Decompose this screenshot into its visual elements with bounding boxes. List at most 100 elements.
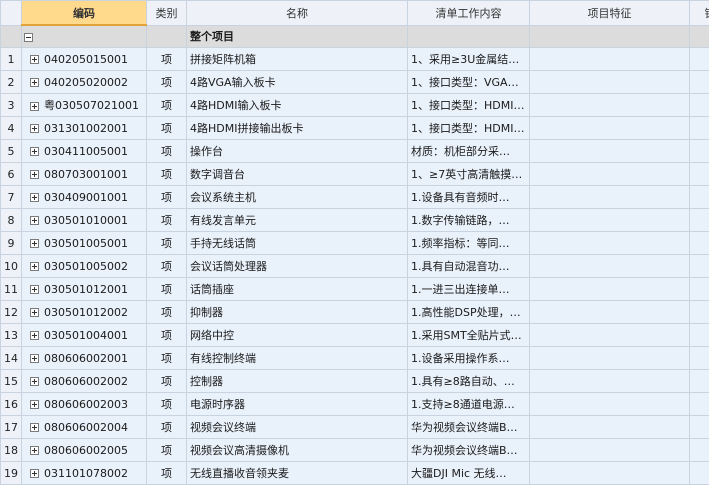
feature-cell[interactable] [529,116,690,140]
lock-cell[interactable] [689,116,709,140]
content-cell[interactable]: 1、接口类型：HDMI… [407,93,530,117]
feature-cell[interactable] [529,461,690,485]
table-row[interactable]: 13 030501004001 项网络中控 1.采用SMT全贴片式… [0,323,709,347]
lock-cell[interactable] [689,93,709,117]
unit-cell[interactable]: 项 [146,438,187,462]
code-cell[interactable]: 080606002004 [21,415,147,439]
name-cell[interactable]: 网络中控 [186,323,408,347]
expand-icon[interactable] [30,469,39,478]
name-cell[interactable]: 有线控制终端 [186,346,408,370]
lock-cell[interactable] [689,369,709,393]
code-cell[interactable]: 040205015001 [21,47,147,71]
name-cell[interactable]: 视频会议终端 [186,415,408,439]
unit-cell[interactable]: 项 [146,47,187,71]
feature-cell[interactable] [529,277,690,301]
feature-cell[interactable] [529,300,690,324]
table-row[interactable]: 16 080606002003 项电源时序器 1.支持≥8通道电源… [0,392,709,416]
name-cell[interactable]: 数字调音台 [186,162,408,186]
feature-cell[interactable] [529,415,690,439]
expand-icon[interactable] [30,285,39,294]
feature-cell[interactable] [529,346,690,370]
code-cell[interactable]: 080606002002 [21,369,147,393]
table-row[interactable]: 8 030501010001 项有线发言单元 1.数字传输链路，… [0,208,709,232]
feature-cell[interactable] [529,323,690,347]
content-cell[interactable]: 1.设备具有音频时… [407,185,530,209]
lock-cell[interactable] [689,47,709,71]
table-row[interactable]: 15 080606002002 项控制器 1.具有≥8路自动、… [0,369,709,393]
unit-cell[interactable]: 项 [146,208,187,232]
content-cell[interactable]: 材质：机柜部分采… [407,139,530,163]
lock-cell[interactable] [689,231,709,255]
name-cell[interactable]: 4路HDMI拼接输出板卡 [186,116,408,140]
expand-icon[interactable] [30,78,39,87]
lock-cell[interactable] [689,185,709,209]
name-cell[interactable]: 控制器 [186,369,408,393]
name-cell[interactable]: 手持无线话筒 [186,231,408,255]
content-cell[interactable]: 1.采用SMT全贴片式… [407,323,530,347]
lock-cell[interactable] [689,323,709,347]
lock-cell[interactable] [689,277,709,301]
code-cell[interactable]: 030409001001 [21,185,147,209]
table-row[interactable]: 14 080606002001 项有线控制终端 1.设备采用操作系… [0,346,709,370]
feature-cell[interactable] [529,162,690,186]
name-cell[interactable]: 4路HDMI输入板卡 [186,93,408,117]
lock-cell[interactable] [689,392,709,416]
feature-cell[interactable] [529,392,690,416]
name-cell[interactable]: 拼接矩阵机箱 [186,47,408,71]
unit-cell[interactable]: 项 [146,369,187,393]
feature-cell[interactable] [529,93,690,117]
unit-cell[interactable]: 项 [146,392,187,416]
table-row[interactable]: 10 030501005002 项会议话筒处理器 1.具有自动混音功… [0,254,709,278]
lock-cell[interactable] [689,415,709,439]
code-cell[interactable]: 080703001001 [21,162,147,186]
code-cell[interactable]: 080606002005 [21,438,147,462]
lock-cell[interactable] [689,162,709,186]
code-cell[interactable]: 030501005002 [21,254,147,278]
collapse-icon[interactable] [24,32,33,42]
name-cell[interactable]: 会议系统主机 [186,185,408,209]
name-cell[interactable]: 抑制器 [186,300,408,324]
name-cell[interactable]: 会议话筒处理器 [186,254,408,278]
feature-cell[interactable] [529,47,690,71]
unit-cell[interactable]: 项 [146,70,187,94]
group-row[interactable]: 整个项目 [0,24,709,48]
header-name[interactable]: 名称 [186,0,408,26]
unit-cell[interactable]: 项 [146,116,187,140]
table-row[interactable]: 11 030501012001 项话筒插座 1.一进三出连接单… [0,277,709,301]
header-feature[interactable]: 项目特征 [529,0,690,26]
header-rownum[interactable] [0,0,22,26]
table-row[interactable]: 7 030409001001 项会议系统主机 1.设备具有音频时… [0,185,709,209]
unit-cell[interactable]: 项 [146,185,187,209]
code-cell[interactable]: 030501010001 [21,208,147,232]
name-cell[interactable]: 视频会议高清摄像机 [186,438,408,462]
expand-icon[interactable] [30,101,39,111]
code-cell[interactable]: 粤030507021001 [21,93,147,117]
unit-cell[interactable]: 项 [146,461,187,485]
table-row[interactable]: 1 040205015001 项拼接矩阵机箱 1、采用≥3U金属结… [0,47,709,71]
feature-cell[interactable] [529,208,690,232]
group-toggle-cell[interactable] [21,24,147,48]
name-cell[interactable]: 操作台 [186,139,408,163]
name-cell[interactable]: 有线发言单元 [186,208,408,232]
content-cell[interactable]: 华为视频会议终端B… [407,438,530,462]
code-cell[interactable]: 030501012001 [21,277,147,301]
expand-icon[interactable] [30,193,39,202]
code-cell[interactable]: 030501005001 [21,231,147,255]
code-cell[interactable]: 030501012002 [21,300,147,324]
unit-cell[interactable]: 项 [146,139,187,163]
lock-cell[interactable] [689,300,709,324]
expand-icon[interactable] [30,331,39,340]
lock-cell[interactable] [689,346,709,370]
expand-icon[interactable] [30,147,39,156]
feature-cell[interactable] [529,185,690,209]
table-row[interactable]: 18 080606002005 项视频会议高清摄像机 华为视频会议终端B… [0,438,709,462]
unit-cell[interactable]: 项 [146,162,187,186]
lock-cell[interactable] [689,254,709,278]
expand-icon[interactable] [30,400,39,409]
content-cell[interactable]: 1.设备采用操作系… [407,346,530,370]
expand-icon[interactable] [30,423,39,432]
name-cell[interactable]: 话筒插座 [186,277,408,301]
header-lock[interactable]: 锁 [689,0,709,26]
lock-cell[interactable] [689,461,709,485]
table-row[interactable]: 6 080703001001 项数字调音台 1、≥7英寸高清触摸… [0,162,709,186]
